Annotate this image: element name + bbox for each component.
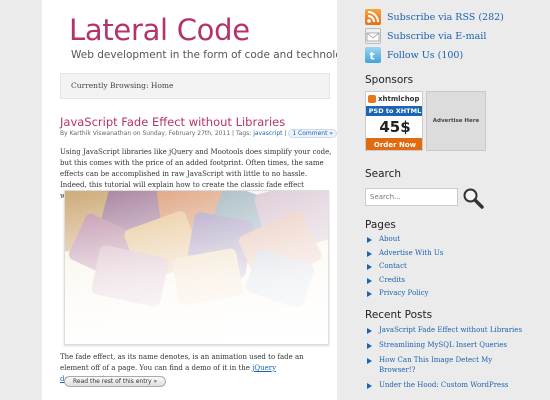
post-meta-byline: By Karthik Viswanathan on Sunday, Februa… xyxy=(60,130,254,137)
recent-post-link[interactable]: How Can This Image Detect My Browser!? xyxy=(365,355,530,375)
fade-collage-image xyxy=(65,191,328,344)
sponsor-ad-xhtmlchop[interactable]: xhtmlchop PSD to XHTML 45$ Order Now xyxy=(365,91,423,151)
sidebar: Subscribe via RSS (282) Subscribe via E-… xyxy=(337,0,550,400)
breadcrumb: Currently Browsing: Home xyxy=(60,73,330,99)
recent-post-link[interactable]: Streamlining MySQL Insert Queries xyxy=(365,340,530,350)
xhtmlchop-logo: xhtmlchop xyxy=(366,92,422,106)
sponsors-heading: Sponsors xyxy=(365,74,414,86)
comments-button[interactable]: 1 Comment » xyxy=(288,129,338,138)
ad-order-now: Order Now xyxy=(366,138,422,150)
subscribe-rss-label: Subscribe via RSS (282) xyxy=(387,11,504,23)
post-title-link[interactable]: JavaScript Fade Effect without Libraries xyxy=(60,115,285,129)
magnifier-icon xyxy=(463,188,484,209)
site-tagline: Web development in the form of code and … xyxy=(71,49,355,61)
svg-text:t: t xyxy=(370,50,375,63)
main-content: Lateral Code Web development in the form… xyxy=(42,0,355,400)
follow-twitter-label: Follow Us (100) xyxy=(387,49,464,61)
page-link-credits[interactable]: Credits xyxy=(365,275,443,289)
recent-post-link[interactable]: Under the Hood: Custom WordPress xyxy=(365,380,530,390)
subscribe-rss-link[interactable]: Subscribe via RSS (282) xyxy=(365,8,504,26)
pages-heading: Pages xyxy=(365,219,396,231)
follow-twitter-link[interactable]: t Follow Us (100) xyxy=(365,46,463,64)
mail-icon xyxy=(365,28,381,44)
recent-posts-list: JavaScript Fade Effect without Libraries… xyxy=(365,325,530,395)
subscribe-email-link[interactable]: Subscribe via E-mail xyxy=(365,27,486,45)
rss-icon xyxy=(365,9,381,25)
post-tag-link[interactable]: javascript xyxy=(253,130,282,137)
subscribe-email-label: Subscribe via E-mail xyxy=(387,30,487,42)
ad-price: 45$ xyxy=(366,116,422,138)
twitter-icon: t xyxy=(365,47,381,63)
pages-list: About Advertise With Us Contact Credits … xyxy=(365,234,443,302)
advertise-here-ad[interactable]: Advertise Here xyxy=(426,91,486,151)
search-heading: Search xyxy=(365,168,402,180)
page-link-about[interactable]: About xyxy=(365,234,443,248)
recent-posts-heading: Recent Posts xyxy=(365,309,433,321)
post-meta: By Karthik Viswanathan on Sunday, Februa… xyxy=(60,129,338,138)
ad-psd-to-xhtml: PSD to XHTML xyxy=(366,106,422,116)
post-image xyxy=(64,190,329,345)
search-input[interactable]: Search... xyxy=(365,188,458,206)
recent-post-link[interactable]: JavaScript Fade Effect without Libraries xyxy=(365,325,530,335)
page-link-contact[interactable]: Contact xyxy=(365,261,443,275)
search-button[interactable] xyxy=(461,186,485,210)
page-link-advertise[interactable]: Advertise With Us xyxy=(365,248,443,262)
read-more-button[interactable]: Read the rest of this entry » xyxy=(64,376,167,387)
site-title[interactable]: Lateral Code xyxy=(69,13,250,47)
page-link-privacy[interactable]: Privacy Policy xyxy=(365,288,443,302)
breadcrumb-text: Currently Browsing: Home xyxy=(71,81,174,90)
